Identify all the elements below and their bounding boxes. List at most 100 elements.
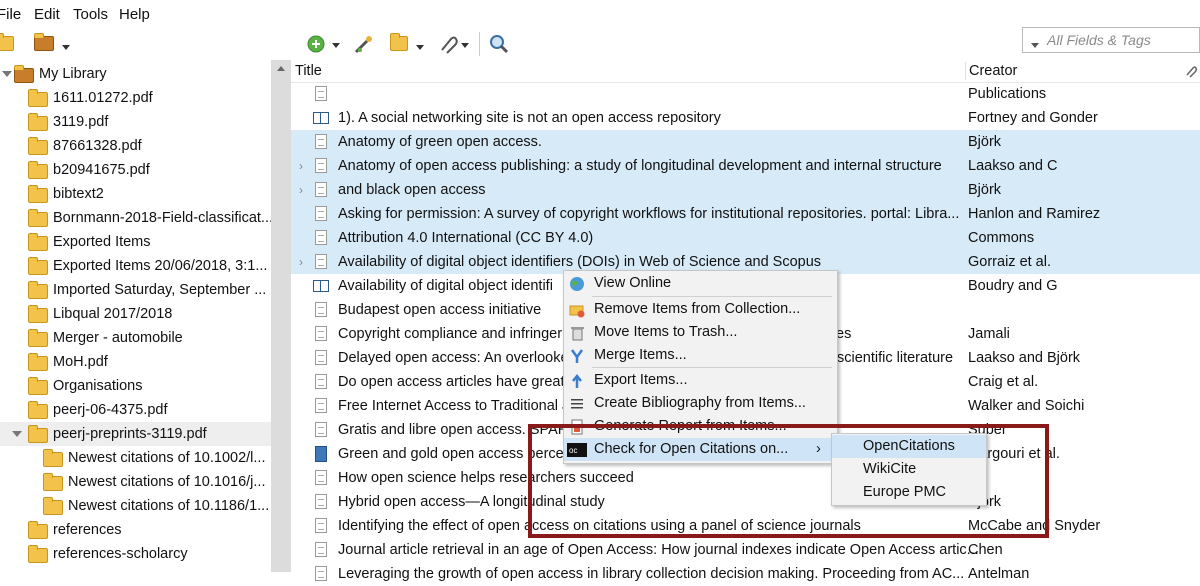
menu-edit[interactable]: Edit [34,6,60,23]
expand-chevron-icon[interactable]: › [299,178,303,202]
collection-label: peerj-preprints-3119.pdf [53,426,207,442]
tree-item-collection[interactable]: b20941675.pdf [0,158,271,182]
search-mode-chevron-icon[interactable] [1031,37,1039,53]
menu-item-export-items[interactable]: Export Items... [564,369,837,392]
toolbar-divider [479,32,480,56]
item-row[interactable]: Asking for permission: A survey of copyr… [291,202,1200,226]
collection-label: Bornmann-2018-Field-classificat... [53,210,271,226]
document-icon [315,230,327,245]
collection-label: Merger - automobile [53,330,183,346]
item-title: Availability of digital object identifi [338,278,553,294]
tree-item-subcollection[interactable]: Newest citations of 10.1186/1... [0,494,271,518]
item-row[interactable]: › Anatomy of open access publishing: a st… [291,154,1200,178]
new-note-button[interactable] [390,33,425,62]
document-icon [315,326,327,341]
new-collection-icon [0,33,14,51]
folder-icon [43,449,63,467]
collection-label: Exported Items [53,234,151,250]
tree-item-subcollection[interactable]: Newest citations of 10.1016/j... [0,470,271,494]
item-title: Asking for permission: A survey of copyr… [338,206,960,222]
item-row[interactable]: › and black open access Björk [291,178,1200,202]
menu-item-move-to-trash[interactable]: Move Items to Trash... [564,321,837,344]
item-title: and black open access [338,182,486,198]
document-icon [315,158,327,173]
add-attachment-button[interactable] [437,33,473,59]
folder-icon [28,353,48,371]
tree-item-collection[interactable]: bibtext2 [0,182,271,206]
column-creator[interactable]: Creator [969,63,1017,79]
tree-item-collection[interactable]: Bornmann-2018-Field-classificat... [0,206,271,230]
collections-pane: My Library 1611.01272.pdf 3119.pdf 8766132… [0,60,271,572]
book-icon [313,112,329,124]
tree-item-collection[interactable]: 1611.01272.pdf [0,86,271,110]
collection-label: references-scholarcy [53,546,188,562]
tree-item-collection[interactable]: peerj-06-4375.pdf [0,398,271,422]
new-collection-button[interactable] [0,33,14,62]
tree-item-collection[interactable]: Merger - automobile [0,326,271,350]
item-creator: Walker and Soichi [968,398,1085,414]
menu-tools[interactable]: Tools [73,6,108,23]
folder-icon [28,401,48,419]
tree-item-collection[interactable]: MoH.pdf [0,350,271,374]
tree-item-collection[interactable]: Imported Saturday, September ... [0,278,271,302]
new-library-button[interactable] [34,33,71,62]
item-row[interactable]: Publications [291,82,1200,106]
column-title[interactable]: Title [295,63,322,79]
collection-label: Newest citations of 10.1186/1... [68,498,270,514]
tree-item-subcollection[interactable]: Newest citations of 10.1002/l... [0,446,271,470]
expand-chevron-icon[interactable]: › [299,154,303,178]
chevron-down-icon[interactable] [12,431,22,437]
collection-label: b20941675.pdf [53,162,150,178]
scroll-up-icon[interactable] [277,66,285,71]
tree-item-collection[interactable]: 87661328.pdf [0,134,271,158]
attachments-column-icon[interactable] [1184,64,1198,82]
tree-item-my-library[interactable]: My Library [0,62,271,86]
new-item-button[interactable] [306,33,346,59]
item-row[interactable]: Attribution 4.0 International (CC BY 4.0… [291,226,1200,250]
library-label: My Library [39,66,107,82]
menu-item-create-bibliography[interactable]: Create Bibliography from Items... [564,392,837,415]
toolbar: All Fields & Tags [0,27,1200,62]
advanced-search-button[interactable] [488,33,510,59]
item-creator: Publications [968,86,1047,102]
document-icon [315,542,327,557]
document-icon [315,206,327,221]
item-creator: Craig et al. [968,374,1039,390]
tree-item-collection[interactable]: Exported Items 20/06/2018, 3:1... [0,254,271,278]
menu-item-merge-items[interactable]: Merge Items... [564,344,837,367]
chevron-down-icon[interactable] [2,71,12,77]
document-icon [315,494,327,509]
pane-splitter[interactable] [271,60,291,572]
tree-item-collection[interactable]: Organisations [0,374,271,398]
item-creator: Chen [968,542,1003,558]
merge-icon [570,349,584,363]
menubar: File Edit Tools Help [0,0,1200,30]
menu-item-view-online[interactable]: View Online [564,272,837,295]
note-icon [390,33,408,51]
menu-help[interactable]: Help [119,6,150,23]
item-row[interactable]: Anatomy of green open access. Björk [291,130,1200,154]
search-field[interactable]: All Fields & Tags [1022,27,1200,53]
tree-item-collection[interactable]: peerj-preprints-3119.pdf [0,422,271,446]
add-by-identifier-button[interactable] [352,33,376,59]
chevron-down-icon [62,44,71,50]
document-icon [315,374,327,389]
menu-file[interactable]: File [0,6,21,23]
item-row[interactable]: Journal article retrieval in an age of O… [291,538,1200,562]
collection-label: Imported Saturday, September ... [53,282,267,298]
document-icon [315,518,327,533]
tree-item-collection[interactable]: Libqual 2017/2018 [0,302,271,326]
item-creator: Björk [968,134,1002,150]
item-title: Delayed open access: An overlooke [338,350,569,366]
collection-label: 3119.pdf [53,114,109,130]
item-row[interactable]: Leveraging the growth of open access in … [291,562,1200,586]
tree-item-collection[interactable]: 3119.pdf [0,110,271,134]
tree-item-collection[interactable]: references-scholarcy [0,542,271,566]
item-creator: Fortney and Gonder [968,110,1098,126]
menu-item-remove-from-collection[interactable]: Remove Items from Collection... [564,298,837,321]
tree-item-collection[interactable]: references [0,518,271,542]
tree-item-collection[interactable]: Exported Items [0,230,271,254]
item-title: Free Internet Access to Traditional J [338,398,570,414]
item-row[interactable]: 1). A social networking site is not an o… [291,106,1200,130]
expand-chevron-icon[interactable]: › [299,250,303,274]
